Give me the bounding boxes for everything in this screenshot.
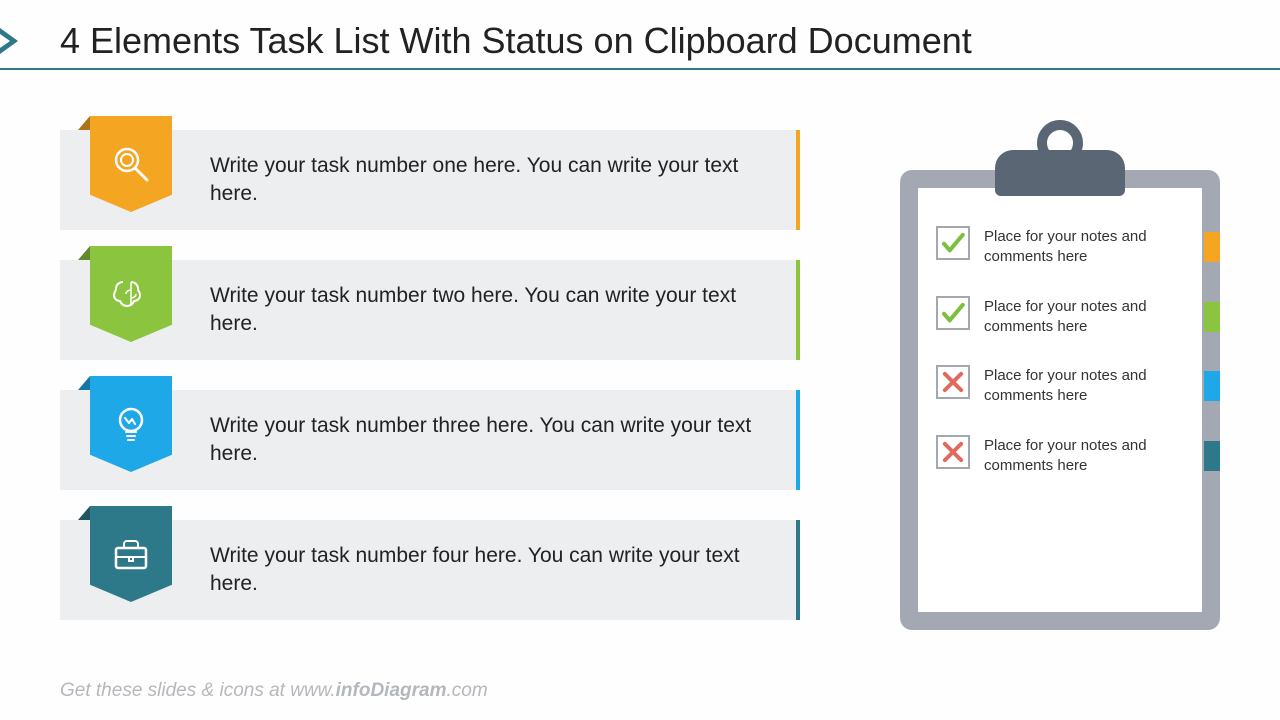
task-row: Write your task number two here. You can…: [60, 260, 800, 360]
task-text: Write your task number three here. You c…: [210, 412, 766, 469]
task-badge: [90, 376, 172, 472]
task-badge: [90, 506, 172, 602]
check-icon: [936, 226, 970, 260]
magnifier-icon: [109, 142, 153, 186]
clipboard-board: Place for your notes and comments here P…: [900, 170, 1220, 630]
clipboard-note: Place for your notes and comments here: [936, 226, 1186, 268]
note-text: Place for your notes and comments here: [984, 365, 1186, 407]
clipboard-note: Place for your notes and comments here: [936, 365, 1186, 407]
clip-top-icon: [995, 150, 1125, 196]
clipboard: Place for your notes and comments here P…: [900, 150, 1220, 630]
clipboard-paper: Place for your notes and comments here P…: [918, 188, 1202, 612]
cross-icon: [936, 365, 970, 399]
note-text: Place for your notes and comments here: [984, 435, 1186, 477]
title-bar: 4 Elements Task List With Status on Clip…: [0, 20, 1280, 70]
check-icon: [936, 296, 970, 330]
briefcase-icon: [109, 532, 153, 576]
task-list: Write your task number one here. You can…: [60, 130, 800, 650]
clipboard-note: Place for your notes and comments here: [936, 296, 1186, 338]
task-row: Write your task number four here. You ca…: [60, 520, 800, 620]
page-title: 4 Elements Task List With Status on Clip…: [60, 20, 1280, 62]
task-text: Write your task number four here. You ca…: [210, 542, 766, 599]
note-color-tab: [1204, 441, 1220, 471]
cross-icon: [936, 435, 970, 469]
brain-icon: [109, 272, 153, 316]
footer-attribution: Get these slides & icons at www.infoDiag…: [60, 680, 488, 702]
footer-bold: infoDiagram: [336, 680, 447, 701]
note-text: Place for your notes and comments here: [984, 296, 1186, 338]
bulb-icon: [109, 402, 153, 446]
note-color-tab: [1204, 232, 1220, 262]
title-notch-icon: [0, 28, 18, 54]
note-color-tab: [1204, 371, 1220, 401]
note-color-tab: [1204, 302, 1220, 332]
clipboard-note: Place for your notes and comments here: [936, 435, 1186, 477]
task-text: Write your task number two here. You can…: [210, 282, 766, 339]
task-row: Write your task number one here. You can…: [60, 130, 800, 230]
footer-prefix: Get these slides & icons at www.: [60, 680, 336, 701]
task-row: Write your task number three here. You c…: [60, 390, 800, 490]
footer-suffix: .com: [446, 680, 487, 701]
note-text: Place for your notes and comments here: [984, 226, 1186, 268]
task-badge: [90, 246, 172, 342]
task-badge: [90, 116, 172, 212]
task-text: Write your task number one here. You can…: [210, 152, 766, 209]
